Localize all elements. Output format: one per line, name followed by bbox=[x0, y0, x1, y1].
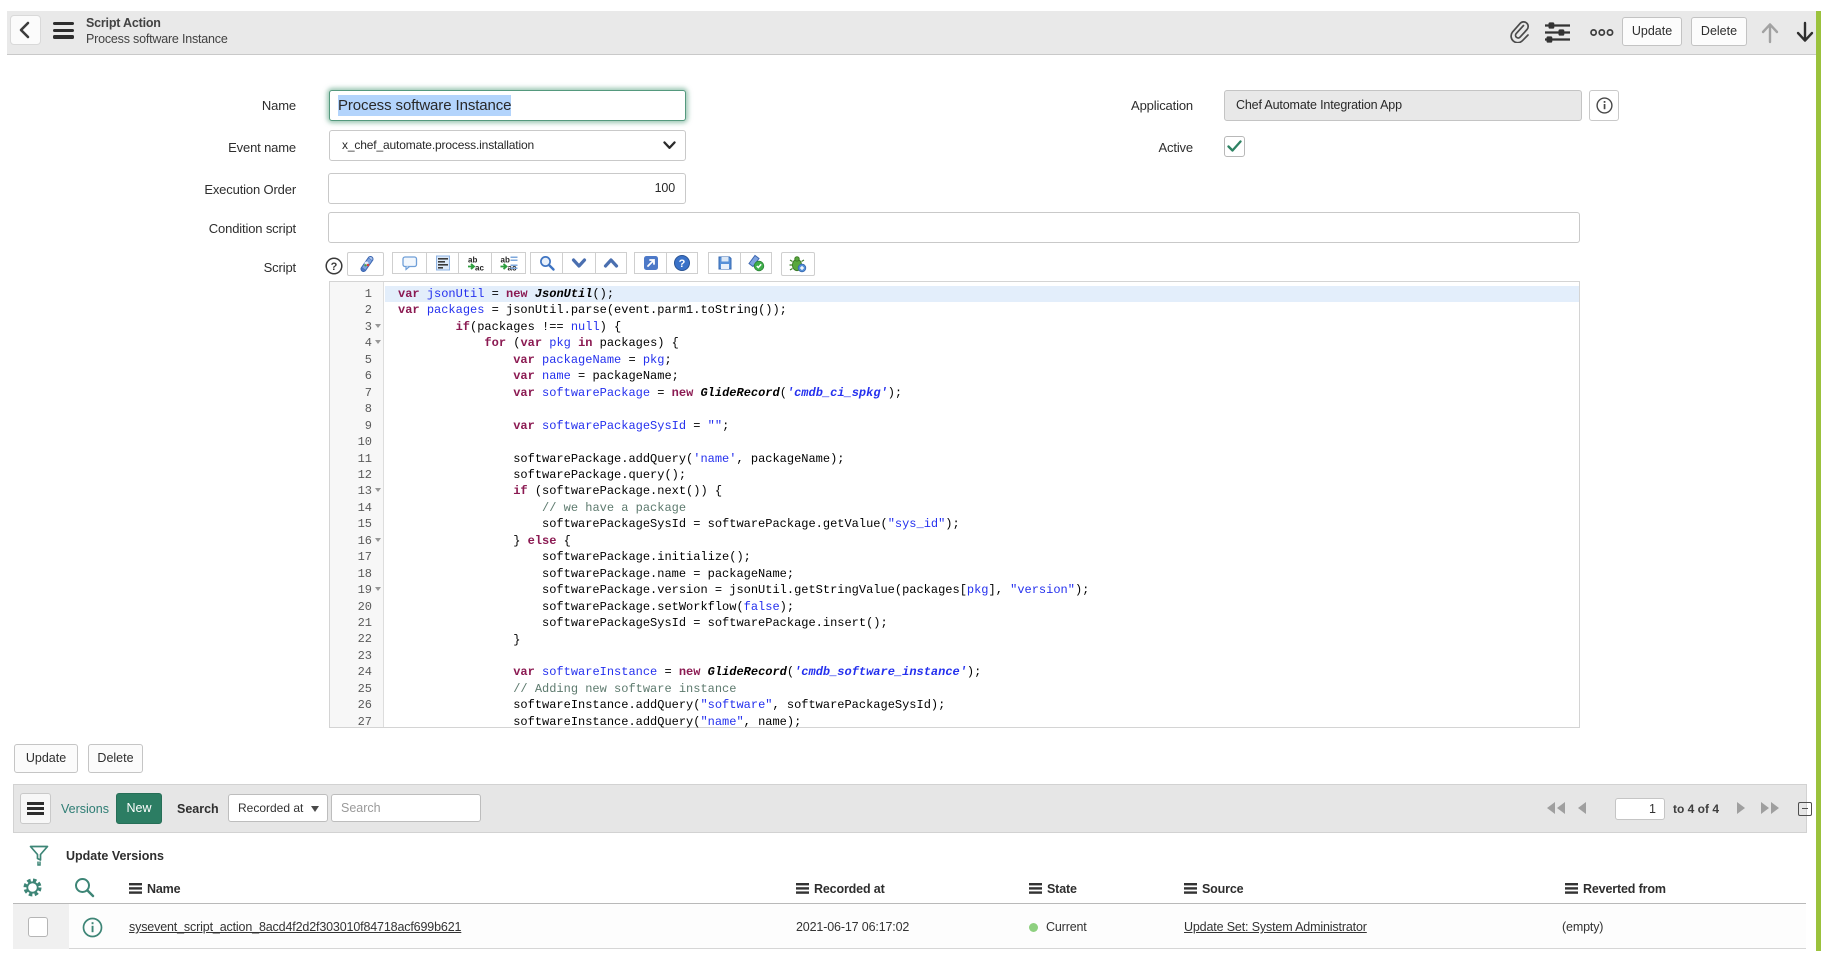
svg-text:ac: ac bbox=[475, 264, 484, 272]
svg-text:?: ? bbox=[679, 258, 686, 270]
svg-text:?: ? bbox=[331, 261, 338, 273]
